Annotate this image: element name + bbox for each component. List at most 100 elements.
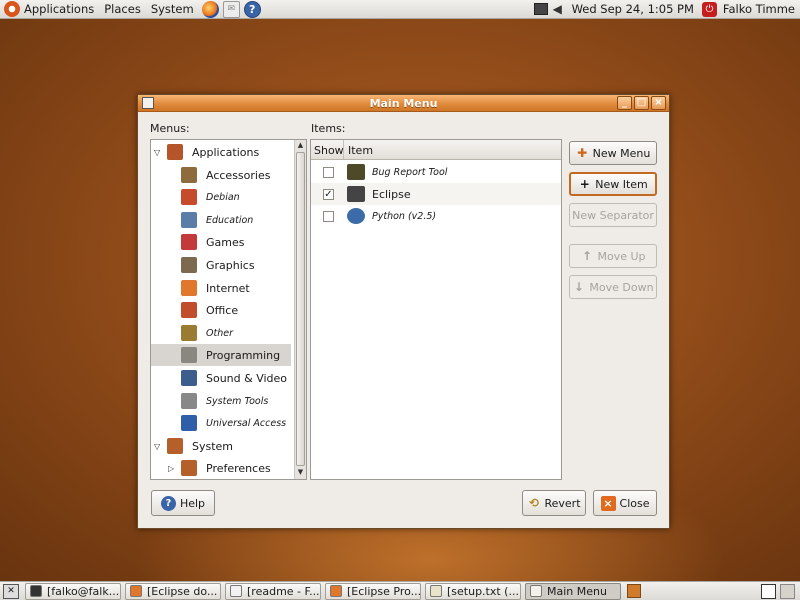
education-icon — [181, 212, 197, 228]
minimize-button[interactable]: _ — [617, 96, 632, 110]
tree-item-graphics[interactable]: Graphics — [151, 254, 291, 276]
help-label: Help — [179, 496, 206, 510]
taskbar-button[interactable]: [readme - F... — [225, 582, 321, 600]
power-icon[interactable]: ⏻ — [701, 1, 717, 17]
close-label: Close — [619, 496, 650, 510]
menus-scrollbar[interactable]: ▲ ▼ — [294, 140, 306, 479]
menus-tree[interactable]: ▽ Applications Accessories Debian Education G… — [150, 139, 307, 480]
move-down-label: Move Down — [589, 280, 654, 294]
table-row[interactable]: Python (v2.5) — [311, 205, 561, 227]
main-menu-dialog: Main Menu _ □ × Menus: Items: ▽ Applicati… — [137, 94, 670, 529]
system-menu[interactable]: System — [147, 0, 200, 19]
tree-item-applications[interactable]: ▽ Applications — [151, 141, 291, 163]
help-icon: ? — [160, 495, 176, 511]
close-window-button[interactable]: × — [651, 96, 666, 110]
items-header: Show Item — [311, 140, 561, 160]
tree-item-label: Graphics — [206, 258, 255, 272]
new-menu-label: New Menu — [592, 146, 651, 160]
scrollbar-thumb[interactable] — [296, 152, 305, 466]
tree-item-other[interactable]: Other — [151, 322, 291, 344]
maximize-button[interactable]: □ — [634, 96, 649, 110]
taskbar-label: [readme - F... — [247, 584, 320, 598]
taskbar-label: [Eclipse Pro... — [347, 584, 421, 598]
help-button[interactable]: ? Help — [151, 490, 215, 516]
workspace-1[interactable] — [761, 583, 776, 599]
tree-item-system[interactable]: ▽ System — [151, 435, 291, 457]
applications-menu[interactable]: Applications — [0, 0, 100, 19]
graphics-icon — [181, 257, 197, 273]
clock[interactable]: Wed Sep 24, 1:05 PM — [572, 2, 694, 16]
table-row[interactable]: Bug Report Tool — [311, 161, 561, 183]
user-name[interactable]: Falko Timme — [723, 2, 795, 16]
move-down-button[interactable]: ↓ Move Down — [569, 275, 657, 299]
bottom-panel: ✕ [falko@falk... [Eclipse do... [readme - … — [0, 581, 800, 600]
tree-item-internet[interactable]: Internet — [151, 277, 291, 299]
window-controls: _ □ × — [617, 96, 666, 110]
tree-item-education[interactable]: Education — [151, 209, 291, 231]
firefox-icon — [130, 585, 142, 597]
new-menu-button[interactable]: ✚ New Menu — [569, 141, 657, 165]
table-row[interactable]: ✓ Eclipse — [311, 183, 561, 205]
taskbar-button[interactable]: Main Menu — [525, 582, 621, 600]
trash-icon[interactable] — [627, 584, 641, 598]
tree-item-programming[interactable]: Programming — [151, 344, 291, 366]
tree-item-sound-video[interactable]: Sound & Video — [151, 367, 291, 389]
python-icon — [347, 208, 365, 224]
move-up-button[interactable]: ↑ Move Up — [569, 244, 657, 268]
internet-icon — [181, 280, 197, 296]
tree-item-system-tools[interactable]: System Tools — [151, 390, 291, 412]
tree-item-games[interactable]: Games — [151, 231, 291, 253]
items-table[interactable]: Show Item Bug Report Tool ✓ Eclipse Python … — [310, 139, 562, 480]
tree-item-label: Education — [206, 214, 254, 226]
expander-icon[interactable]: ▽ — [154, 442, 160, 451]
column-header-show[interactable]: Show — [311, 140, 344, 159]
scroll-up-arrow[interactable]: ▲ — [295, 140, 306, 151]
titlebar[interactable]: Main Menu _ □ × — [138, 95, 669, 112]
new-separator-label: New Separator — [572, 208, 654, 222]
tree-item-accessories[interactable]: Accessories — [151, 164, 291, 186]
new-item-button[interactable]: + New Item — [569, 172, 657, 196]
show-desktop-icon[interactable]: ✕ — [3, 583, 19, 599]
tree-item-label: Other — [206, 327, 233, 339]
show-checkbox[interactable]: ✓ — [323, 188, 334, 200]
show-checkbox[interactable] — [323, 166, 334, 178]
network-icon[interactable] — [533, 3, 548, 15]
applications-menu-label: Applications — [24, 2, 95, 16]
close-button[interactable]: × Close — [593, 490, 657, 516]
taskbar-label: [falko@falk... — [47, 584, 120, 598]
show-checkbox[interactable] — [323, 210, 334, 222]
tree-item-label: Office — [206, 303, 239, 317]
taskbar-button[interactable]: [Eclipse Pro... — [325, 582, 421, 600]
menu-editor-icon — [530, 585, 542, 597]
top-panel: Applications Places System ✉ ? ◀ Wed Sep… — [0, 0, 800, 19]
bug-icon — [347, 164, 365, 180]
workspace-2[interactable] — [780, 583, 795, 599]
column-header-item[interactable]: Item — [344, 140, 373, 159]
tree-item-label: Debian — [206, 191, 240, 203]
accessories-icon — [181, 167, 197, 183]
firefox-icon[interactable] — [201, 0, 219, 18]
taskbar-button[interactable]: [setup.txt (... — [425, 582, 521, 600]
tree-item-preferences[interactable]: ▷ Preferences — [151, 457, 291, 479]
help-icon[interactable]: ? — [243, 0, 261, 18]
debian-icon — [181, 189, 197, 205]
taskbar-button[interactable]: [Eclipse do... — [125, 582, 221, 600]
eclipse-icon — [347, 186, 365, 202]
new-separator-button[interactable]: New Separator — [569, 203, 657, 227]
volume-icon[interactable]: ◀ — [553, 3, 565, 15]
tree-item-universal-access[interactable]: Universal Access — [151, 412, 291, 434]
expander-icon[interactable]: ▷ — [168, 464, 174, 473]
tree-item-office[interactable]: Office — [151, 299, 291, 321]
tree-item-label: Preferences — [206, 461, 271, 475]
tree-item-label: Internet — [206, 281, 250, 295]
taskbar-label: [Eclipse do... — [147, 584, 218, 598]
expander-icon[interactable]: ▽ — [154, 148, 160, 157]
scroll-down-arrow[interactable]: ▼ — [295, 467, 306, 478]
places-menu[interactable]: Places — [100, 0, 147, 19]
tree-item-debian[interactable]: Debian — [151, 186, 291, 208]
revert-button[interactable]: ⟲ Revert — [522, 490, 586, 516]
preferences-icon — [181, 460, 197, 476]
taskbar-button[interactable]: [falko@falk... — [25, 582, 121, 600]
revert-icon: ⟲ — [528, 496, 540, 510]
mail-icon[interactable]: ✉ — [222, 0, 240, 18]
